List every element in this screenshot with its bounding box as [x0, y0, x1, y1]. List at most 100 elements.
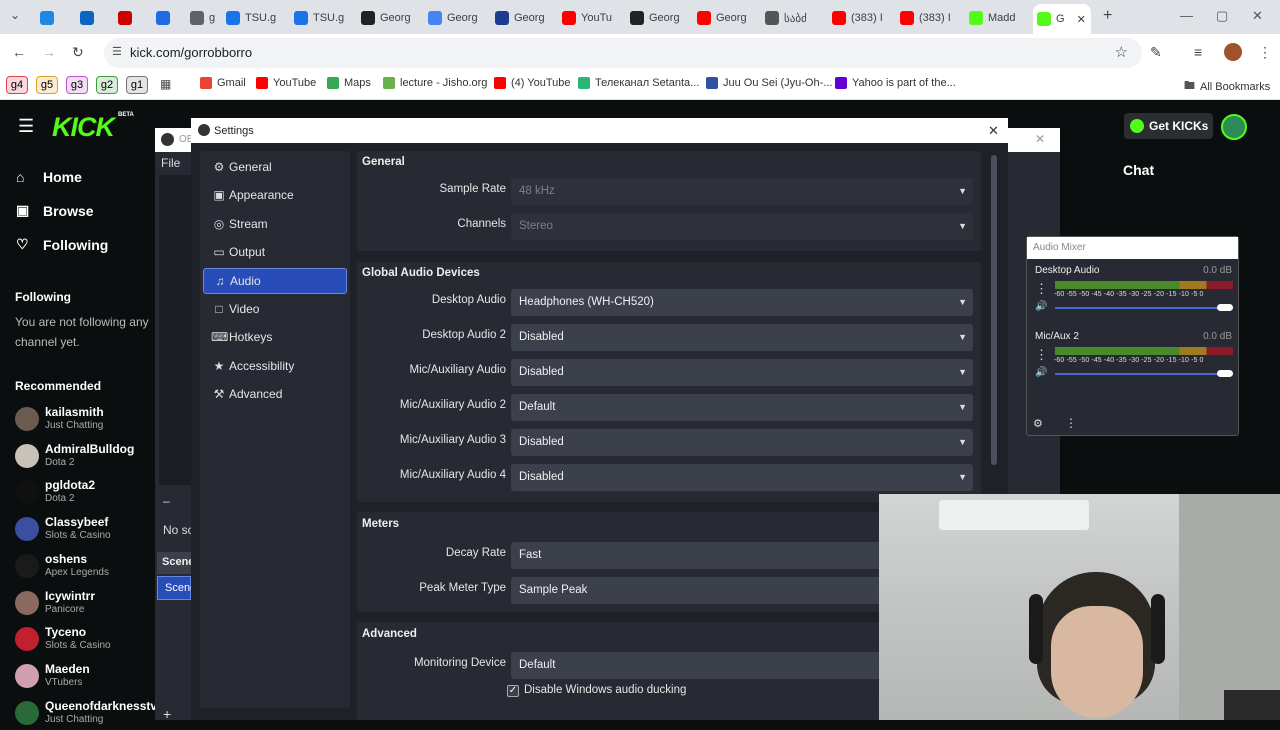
bookmark-item[interactable]: (4) YouTube	[494, 77, 571, 89]
settings-nav-general[interactable]: ⚙ General	[203, 154, 347, 180]
reading-list-icon[interactable]: ≡	[1194, 44, 1202, 60]
recommended-channel[interactable]: Icywintrr Panicore	[15, 586, 95, 620]
settings-close-icon[interactable]: ✕	[988, 123, 999, 139]
kick-logo[interactable]: KICK	[52, 112, 115, 143]
bookmark-item[interactable]: Maps	[327, 77, 371, 89]
reload-icon[interactable]: ↻	[72, 44, 84, 61]
speaker-icon[interactable]: 🔊	[1035, 367, 1047, 378]
nav-browse[interactable]: ▣ Browse	[16, 202, 94, 219]
menu-file[interactable]: File	[161, 156, 180, 170]
nav-following[interactable]: ♡ Following	[16, 236, 108, 253]
browser-tab[interactable]: TSU.g	[294, 6, 354, 30]
tab-group-chip[interactable]: g4	[6, 76, 28, 94]
browser-tab[interactable]: G ✕	[1033, 4, 1091, 34]
recommended-channel[interactable]: Maeden VTubers	[15, 659, 90, 693]
volume-fader-knob[interactable]	[1217, 304, 1233, 311]
browser-menu-icon[interactable]: ⋮	[1258, 44, 1272, 61]
channel-menu-icon[interactable]: ⋮	[1035, 347, 1048, 363]
all-bookmarks-button[interactable]: 🖿 All Bookmarks	[1184, 77, 1270, 96]
settings-nav-appearance[interactable]: ▣ Appearance	[203, 182, 347, 208]
device-select[interactable]: Headphones (WH-CH520) ▼	[511, 289, 973, 316]
device-select[interactable]: Disabled ▼	[511, 429, 973, 456]
forward-icon[interactable]: →	[42, 44, 56, 60]
browser-tab[interactable]: Georg	[428, 6, 488, 30]
volume-fader[interactable]	[1055, 373, 1233, 375]
tab-group-chip[interactable]: g1	[126, 76, 148, 94]
browser-tab[interactable]: (383) I	[900, 6, 960, 30]
device-select[interactable]: Disabled ▼	[511, 324, 973, 351]
device-label: Mic/Auxiliary Audio	[409, 364, 506, 376]
volume-fader[interactable]	[1055, 307, 1233, 309]
tab-group-chip[interactable]: g5	[36, 76, 58, 94]
tab-group-chip[interactable]: g2	[96, 76, 118, 94]
device-select[interactable]: Default ▼	[511, 394, 973, 421]
browser-tab[interactable]: საბძ	[765, 6, 825, 30]
settings-nav-video[interactable]: □ Video	[203, 296, 347, 322]
browser-tab[interactable]	[118, 6, 140, 30]
mixer-menu-icon[interactable]: ⋮	[1065, 416, 1077, 430]
obs-main-close-icon[interactable]: ✕	[1035, 132, 1045, 146]
hamburger-menu-icon[interactable]: ☰	[18, 116, 34, 137]
sample-rate-select[interactable]: 48 kHz ▼	[511, 178, 973, 205]
recommended-channel[interactable]: oshens Apex Legends	[15, 549, 109, 583]
recommended-channel[interactable]: pgldota2 Dota 2	[15, 475, 95, 509]
advanced-audio-properties-icon[interactable]: ⚙	[1033, 417, 1043, 430]
settings-nav-audio[interactable]: ♫ Audio	[203, 267, 347, 294]
browser-tab[interactable]	[80, 6, 102, 30]
bookmark-star-icon[interactable]: ☆	[1115, 43, 1128, 61]
new-tab-button[interactable]: +	[1103, 7, 1112, 25]
profile-avatar[interactable]	[1224, 43, 1242, 61]
browser-tab[interactable]: Georg	[495, 6, 555, 30]
nav-home[interactable]: ⌂ Home	[16, 169, 82, 185]
browser-tab[interactable]: Georg	[630, 6, 690, 30]
bookmark-item[interactable]: lecture - Jisho.org	[383, 77, 487, 89]
browser-tab[interactable]: Madd	[969, 6, 1025, 30]
minimize-icon[interactable]: —	[1180, 8, 1193, 23]
restore-icon[interactable]: ▢	[1216, 8, 1228, 24]
address-bar[interactable]: ☰ kick.com/gorrobborro ☆	[104, 38, 1142, 68]
browser-tab[interactable]: YouTu	[562, 6, 622, 30]
settings-nav-hotkeys[interactable]: ⌨ Hotkeys	[203, 324, 347, 350]
browser-tab[interactable]: g1	[190, 6, 216, 30]
settings-scrollbar[interactable]	[991, 155, 997, 465]
get-kicks-button[interactable]: Get KICKs	[1124, 113, 1213, 139]
browser-tab[interactable]	[156, 6, 178, 30]
close-window-icon[interactable]: ✕	[1252, 8, 1263, 24]
tab-search-icon[interactable]: ⌄	[10, 8, 20, 22]
channels-select[interactable]: Stereo ▼	[511, 213, 973, 240]
recommended-channel[interactable]: Queenofdarknesstv Just Chatting	[15, 696, 157, 730]
device-select[interactable]: Disabled ▼	[511, 464, 973, 491]
tab-group-chip[interactable]: g3	[66, 76, 88, 94]
user-avatar[interactable]	[1221, 114, 1247, 140]
channel-menu-icon[interactable]: ⋮	[1035, 281, 1048, 297]
recommended-channel[interactable]: AdmiralBulldog Dota 2	[15, 439, 134, 473]
scene-item[interactable]: Scene	[157, 576, 196, 600]
settings-nav-accessibility[interactable]: ★ Accessibility	[203, 353, 347, 379]
ducking-checkbox[interactable]: ✓	[507, 685, 519, 697]
browser-tab[interactable]: TSU.g	[226, 6, 286, 30]
recommended-channel[interactable]: kailasmith Just Chatting	[15, 402, 104, 436]
settings-nav-output[interactable]: ▭ Output	[203, 239, 347, 265]
settings-nav-stream[interactable]: ◎ Stream	[203, 211, 347, 237]
recommended-channel[interactable]: Tyceno Slots & Casino	[15, 622, 111, 656]
bookmark-item[interactable]: YouTube	[256, 77, 316, 89]
back-icon[interactable]: ←	[12, 44, 26, 60]
volume-fader-knob[interactable]	[1217, 370, 1233, 377]
browser-tab[interactable]: Georg	[361, 6, 421, 30]
browser-tab[interactable]: (383) I	[832, 6, 892, 30]
speaker-icon[interactable]: 🔊	[1035, 301, 1047, 312]
recommended-channel[interactable]: Classybeef Slots & Casino	[15, 512, 111, 546]
site-info-icon[interactable]: ☰	[112, 45, 122, 58]
close-tab-icon[interactable]: ✕	[1077, 13, 1086, 26]
device-select[interactable]: Disabled ▼	[511, 359, 973, 386]
browser-tab[interactable]	[40, 6, 62, 30]
browser-tab[interactable]: Georg	[697, 6, 757, 30]
apps-grid-icon[interactable]: ▦	[160, 77, 171, 91]
settings-nav-advanced[interactable]: ⚒ Advanced	[203, 381, 347, 407]
bookmark-item[interactable]: Телеканал Setanta...	[578, 77, 699, 89]
bookmark-item[interactable]: Gmail	[200, 77, 246, 89]
bookmark-item[interactable]: Juu Ou Sei (Jyu-Oh-...	[706, 77, 832, 89]
bookmark-item[interactable]: Yahoo is part of the...	[835, 77, 956, 89]
extensions-icon[interactable]: ✎	[1150, 44, 1162, 61]
minus-button[interactable]: –	[163, 494, 170, 508]
